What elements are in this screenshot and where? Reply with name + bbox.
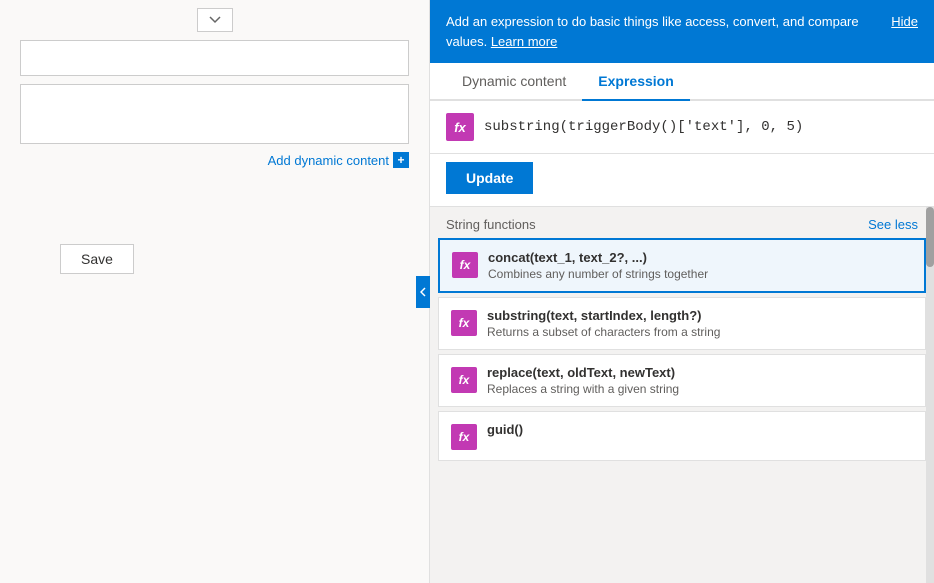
functions-panel: String functions See less fx concat(text_… <box>430 207 934 583</box>
plus-icon: + <box>393 152 409 168</box>
scrollbar-track <box>926 207 934 583</box>
function-name-guid: guid() <box>487 422 913 437</box>
input-field-1[interactable] <box>20 40 409 76</box>
fx-badge-substring: fx <box>451 310 477 336</box>
info-bar-text: Add an expression to do basic things lik… <box>446 12 879 51</box>
function-info-substring: substring(text, startIndex, length?) Retu… <box>487 308 913 339</box>
function-item-replace[interactable]: fx replace(text, oldText, newText) Replace… <box>438 354 926 407</box>
function-desc-substring: Returns a subset of characters from a st… <box>487 325 913 339</box>
expression-input[interactable]: substring(triggerBody()['text'], 0, 5) <box>484 119 918 135</box>
functions-list: fx concat(text_1, text_2?, ...) Combines a… <box>430 238 934 461</box>
input-field-2[interactable] <box>20 84 409 144</box>
tabs-row: Dynamic content Expression <box>430 63 934 101</box>
panel-toggle-arrow[interactable] <box>416 276 430 308</box>
add-dynamic-content-link[interactable]: Add dynamic content + <box>268 152 409 168</box>
expression-area: fx substring(triggerBody()['text'], 0, 5… <box>430 101 934 154</box>
function-info-guid: guid() <box>487 422 913 437</box>
function-desc-concat: Combines any number of strings together <box>488 267 912 281</box>
section-header: String functions See less <box>430 207 934 238</box>
fx-icon: fx <box>446 113 474 141</box>
learn-more-link[interactable]: Learn more <box>491 34 557 49</box>
fx-badge-guid: fx <box>451 424 477 450</box>
scrollbar-thumb[interactable] <box>926 207 934 267</box>
add-dynamic-label: Add dynamic content <box>268 153 389 168</box>
function-item-guid[interactable]: fx guid() <box>438 411 926 461</box>
function-name-replace: replace(text, oldText, newText) <box>487 365 913 380</box>
see-less-link[interactable]: See less <box>868 217 918 232</box>
update-button[interactable]: Update <box>446 162 533 194</box>
info-bar: Add an expression to do basic things lik… <box>430 0 934 63</box>
function-info-replace: replace(text, oldText, newText) Replaces … <box>487 365 913 396</box>
left-panel: Add dynamic content + Save <box>0 0 430 583</box>
function-info-concat: concat(text_1, text_2?, ...) Combines any… <box>488 250 912 281</box>
function-name-substring: substring(text, startIndex, length?) <box>487 308 913 323</box>
collapse-button[interactable] <box>197 8 233 32</box>
function-desc-replace: Replaces a string with a given string <box>487 382 913 396</box>
update-area: Update <box>430 154 934 207</box>
function-item-concat[interactable]: fx concat(text_1, text_2?, ...) Combines a… <box>438 238 926 293</box>
tab-dynamic-content[interactable]: Dynamic content <box>446 63 582 101</box>
fx-badge-replace: fx <box>451 367 477 393</box>
tab-expression[interactable]: Expression <box>582 63 689 101</box>
section-title: String functions <box>446 217 536 232</box>
right-panel: Add an expression to do basic things lik… <box>430 0 934 583</box>
fx-badge-concat: fx <box>452 252 478 278</box>
function-name-concat: concat(text_1, text_2?, ...) <box>488 250 912 265</box>
function-item-substring[interactable]: fx substring(text, startIndex, length?) Re… <box>438 297 926 350</box>
save-button[interactable]: Save <box>60 244 134 274</box>
hide-link[interactable]: Hide <box>891 12 918 32</box>
